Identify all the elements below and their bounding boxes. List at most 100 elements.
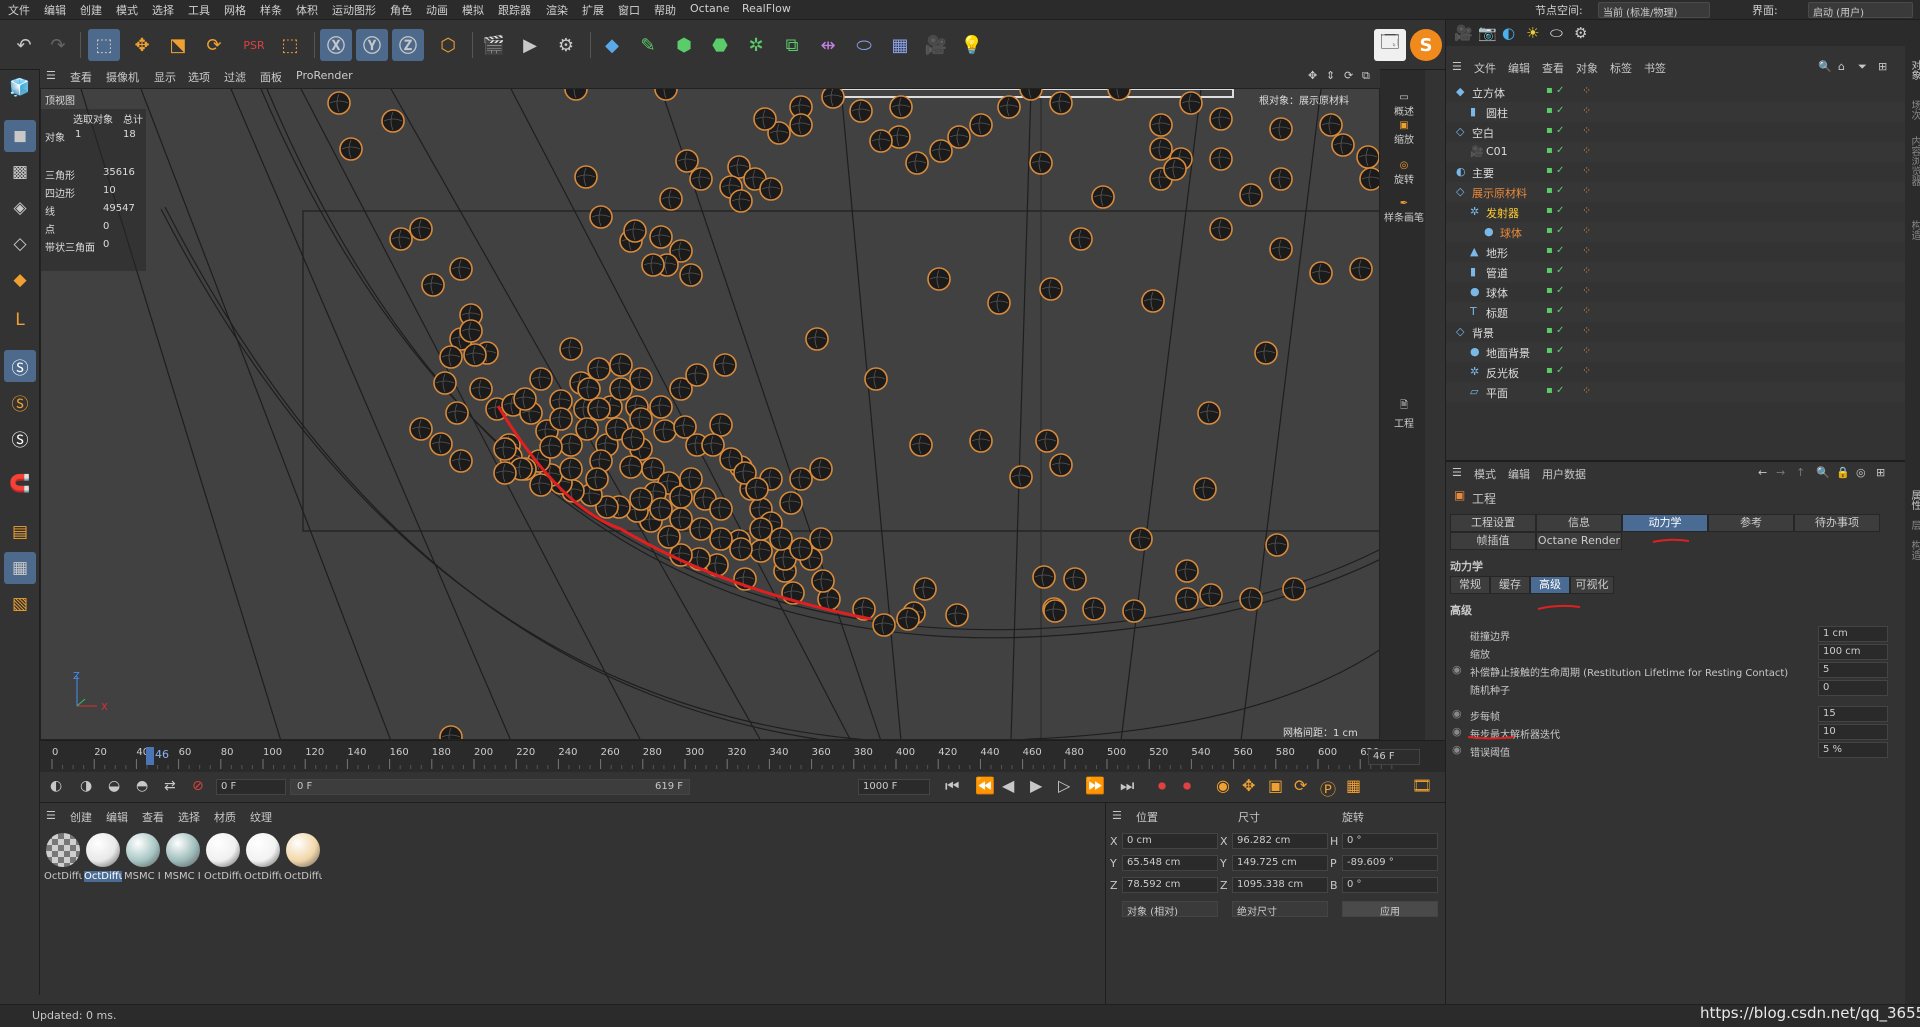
render-view-icon[interactable]: ▶: [514, 29, 546, 61]
render-settings-icon[interactable]: ⚙: [550, 29, 582, 61]
psr-icon[interactable]: PSR: [238, 29, 270, 61]
visibility-check-icon[interactable]: ▪ ✓: [1546, 105, 1564, 116]
move-tool-icon[interactable]: ✥: [126, 29, 158, 61]
octane-settings-icon[interactable]: ⚙: [1574, 24, 1587, 42]
material-item[interactable]: OctDiffu: [204, 831, 242, 887]
texture-mode-icon[interactable]: ▩: [4, 156, 36, 188]
workplane-icon[interactable]: ▤: [4, 516, 36, 548]
tag-icon[interactable]: ⁘: [1582, 344, 1591, 357]
x-axis-lock-icon[interactable]: Ⓧ: [320, 29, 352, 61]
octane-material-icon[interactable]: ⬭: [1550, 24, 1563, 42]
keyframe-param-icon[interactable]: ◓: [136, 778, 148, 794]
key-scale-icon[interactable]: ▣: [1268, 776, 1283, 795]
extrude-icon[interactable]: ⬣: [704, 29, 736, 61]
vp-menu-camera[interactable]: 摄像机: [106, 69, 139, 85]
search-icon[interactable]: 🔍: [1816, 466, 1830, 479]
mat-menu-select[interactable]: 选择: [178, 809, 200, 825]
param-field[interactable]: 5: [1818, 662, 1888, 678]
z-axis-lock-icon[interactable]: Ⓩ: [392, 29, 424, 61]
vp-menu-display[interactable]: 显示: [154, 69, 176, 85]
octane-live-icon[interactable]: 🎥: [1454, 24, 1473, 42]
select-tool-icon[interactable]: ⬚: [88, 29, 120, 61]
vp-move-icon[interactable]: ✥: [1308, 69, 1317, 82]
prev-frame-icon[interactable]: ◀: [1002, 776, 1014, 795]
om-menu-view[interactable]: 查看: [1542, 60, 1564, 76]
key-param-icon[interactable]: Ⓟ: [1320, 776, 1336, 800]
subtab-cache[interactable]: 缓存: [1490, 576, 1530, 594]
size-y-field[interactable]: 149.725 cm: [1232, 855, 1328, 871]
object-row[interactable]: 🎥 C01 ▪ ✓ ⁘: [1446, 142, 1906, 162]
pos-z-field[interactable]: 78.592 cm: [1122, 877, 1218, 893]
apply-button[interactable]: 应用: [1342, 901, 1438, 917]
subtab-advanced[interactable]: 高级: [1530, 576, 1570, 594]
object-row[interactable]: ▮ 管道 ▪ ✓ ⁘: [1446, 262, 1906, 282]
tag-icon[interactable]: ⁘: [1582, 364, 1591, 377]
tab-todo[interactable]: 待办事项: [1794, 514, 1880, 532]
vp-zoom-icon[interactable]: ⇕: [1326, 69, 1335, 82]
menu-spline[interactable]: 样条: [260, 2, 282, 18]
menu-tools[interactable]: 工具: [188, 2, 210, 18]
go-end-icon[interactable]: ⏭: [1120, 776, 1134, 796]
vp-menu-options[interactable]: 选项: [188, 69, 210, 85]
snap-s-icon[interactable]: Ⓢ: [4, 350, 36, 382]
nav-rotate[interactable]: ◎ 旋转: [1384, 160, 1424, 186]
visibility-check-icon[interactable]: ▪ ✓: [1546, 325, 1564, 336]
side-tab-attributes[interactable]: 属性: [1907, 490, 1920, 510]
search-icon[interactable]: 🔍: [1818, 60, 1832, 73]
visibility-check-icon[interactable]: ▪ ✓: [1546, 365, 1564, 376]
menu-character[interactable]: 角色: [390, 2, 412, 18]
visibility-check-icon[interactable]: ▪ ✓: [1546, 225, 1564, 236]
object-row[interactable]: ✲ 反光板 ▪ ✓ ⁘: [1446, 362, 1906, 382]
param-field[interactable]: 10: [1818, 724, 1888, 740]
hamburger-icon[interactable]: ☰: [46, 809, 56, 822]
om-menu-object[interactable]: 对象: [1576, 60, 1598, 76]
animate-radio-icon[interactable]: ◉: [1452, 707, 1462, 720]
start-frame-field[interactable]: 0 F: [216, 779, 286, 795]
animate-radio-icon[interactable]: ◉: [1452, 725, 1462, 738]
size-x-field[interactable]: 96.282 cm: [1232, 833, 1328, 849]
rot-b-field[interactable]: 0 °: [1342, 877, 1438, 893]
s-plugin-icon[interactable]: S: [1410, 29, 1442, 61]
vp-menu-filter[interactable]: 过滤: [224, 69, 246, 85]
menu-file[interactable]: 文件: [8, 2, 30, 18]
edge-mode-icon[interactable]: ◇: [4, 228, 36, 260]
live-select-icon[interactable]: ⬚: [274, 29, 306, 61]
magnet-icon[interactable]: 🧲: [4, 468, 36, 500]
param-field[interactable]: 1 cm: [1818, 626, 1888, 642]
nav-project[interactable]: 🗎 工程: [1384, 398, 1424, 430]
tag-icon[interactable]: ⁘: [1582, 144, 1591, 157]
subdivision-icon[interactable]: ⬢: [668, 29, 700, 61]
tag-icon[interactable]: ⁘: [1582, 244, 1591, 257]
point-mode-icon[interactable]: ◈: [4, 192, 36, 224]
visibility-check-icon[interactable]: ▪ ✓: [1546, 285, 1564, 296]
visibility-check-icon[interactable]: ▪ ✓: [1546, 185, 1564, 196]
new-view-icon[interactable]: ⊞: [1876, 466, 1885, 479]
visibility-check-icon[interactable]: ▪ ✓: [1546, 85, 1564, 96]
tag-icon[interactable]: ⁘: [1582, 184, 1591, 197]
vp-maximize-icon[interactable]: ⧉: [1362, 69, 1370, 83]
record-icon[interactable]: ⏺: [1158, 776, 1166, 796]
grid-lock-icon[interactable]: ▦: [4, 552, 36, 584]
visibility-check-icon[interactable]: ▪ ✓: [1546, 125, 1564, 136]
deformer-icon[interactable]: ⇹: [812, 29, 844, 61]
rot-p-field[interactable]: -89.609 °: [1342, 855, 1438, 871]
snap-settings-icon[interactable]: Ⓢ: [4, 386, 36, 418]
am-menu-mode[interactable]: 模式: [1474, 466, 1496, 482]
timeline-window-icon[interactable]: 🎞: [1412, 776, 1432, 795]
object-row[interactable]: ▲ 地形 ▪ ✓ ⁘: [1446, 242, 1906, 262]
param-field[interactable]: 5 %: [1818, 742, 1888, 758]
object-row[interactable]: ◇ 展示原材料 ▪ ✓ ⁘: [1446, 182, 1906, 202]
object-row[interactable]: ◇ 空白 ▪ ✓ ⁘: [1446, 122, 1906, 142]
tag-icon[interactable]: ⁘: [1582, 204, 1591, 217]
viewport-top[interactable]: Z X 顶视图 根对象：展示原材料 网格间距：1 cm 选取对象 总计 对象 1…: [40, 88, 1380, 740]
material-item[interactable]: MSMC I: [124, 831, 162, 887]
go-start-icon[interactable]: ⏮: [945, 776, 959, 796]
menu-help[interactable]: 帮助: [654, 2, 676, 18]
visibility-check-icon[interactable]: ▪ ✓: [1546, 385, 1564, 396]
tag-icon[interactable]: ⁘: [1582, 384, 1591, 397]
undo-icon[interactable]: ↶: [8, 29, 40, 61]
tab-frame-interpolation[interactable]: 帧插值: [1450, 532, 1536, 550]
menu-tracker[interactable]: 跟踪器: [498, 2, 531, 18]
floor-icon[interactable]: ▦: [884, 29, 916, 61]
coordinate-system-icon[interactable]: ⬡: [432, 29, 464, 61]
